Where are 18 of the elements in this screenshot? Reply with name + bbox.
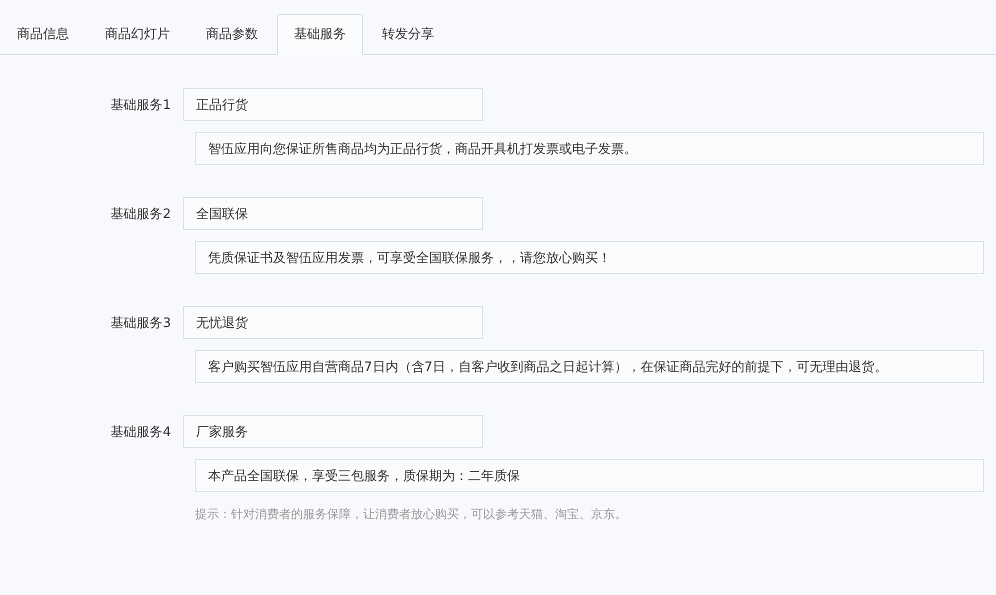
tab[interactable]: 商品幻灯片 — [88, 14, 187, 54]
service-description-field[interactable]: 凭质保证书及智伍应用发票，可享受全国联保服务，，请您放心购买！ — [195, 241, 984, 274]
service-name-field[interactable]: 无忧退货 — [183, 306, 483, 339]
tab[interactable]: 商品信息 — [0, 14, 86, 54]
service-name-field[interactable]: 正品行货 — [183, 88, 483, 121]
tab[interactable]: 基础服务 — [277, 14, 363, 55]
service-description-field[interactable]: 客户购买智伍应用自营商品7日内（含7日，自客户收到商品之日起计算），在保证商品完好的前提下，可无理由退货。 — [195, 350, 984, 383]
field-label: 基础服务2 — [110, 206, 172, 222]
service-description-field[interactable]: 智伍应用向您保证所售商品均为正品行货，商品开具机打发票或电子发票。 — [195, 132, 984, 165]
service-name-field[interactable]: 全国联保 — [183, 197, 483, 230]
service-description-field[interactable]: 本产品全国联保，享受三包服务，质保期为：二年质保 — [195, 459, 984, 492]
hint-text: 提示：针对消费者的服务保障，让消费者放心购买，可以参考天猫、淘宝、京东。 — [195, 507, 627, 521]
service-name-field[interactable]: 厂家服务 — [183, 415, 483, 448]
tab[interactable]: 转发分享 — [365, 14, 451, 54]
field-label: 基础服务4 — [110, 424, 172, 440]
field-label: 基础服务3 — [110, 314, 172, 332]
field-label: 基础服务1 — [110, 96, 172, 114]
tab[interactable]: 商品参数 — [189, 14, 275, 54]
